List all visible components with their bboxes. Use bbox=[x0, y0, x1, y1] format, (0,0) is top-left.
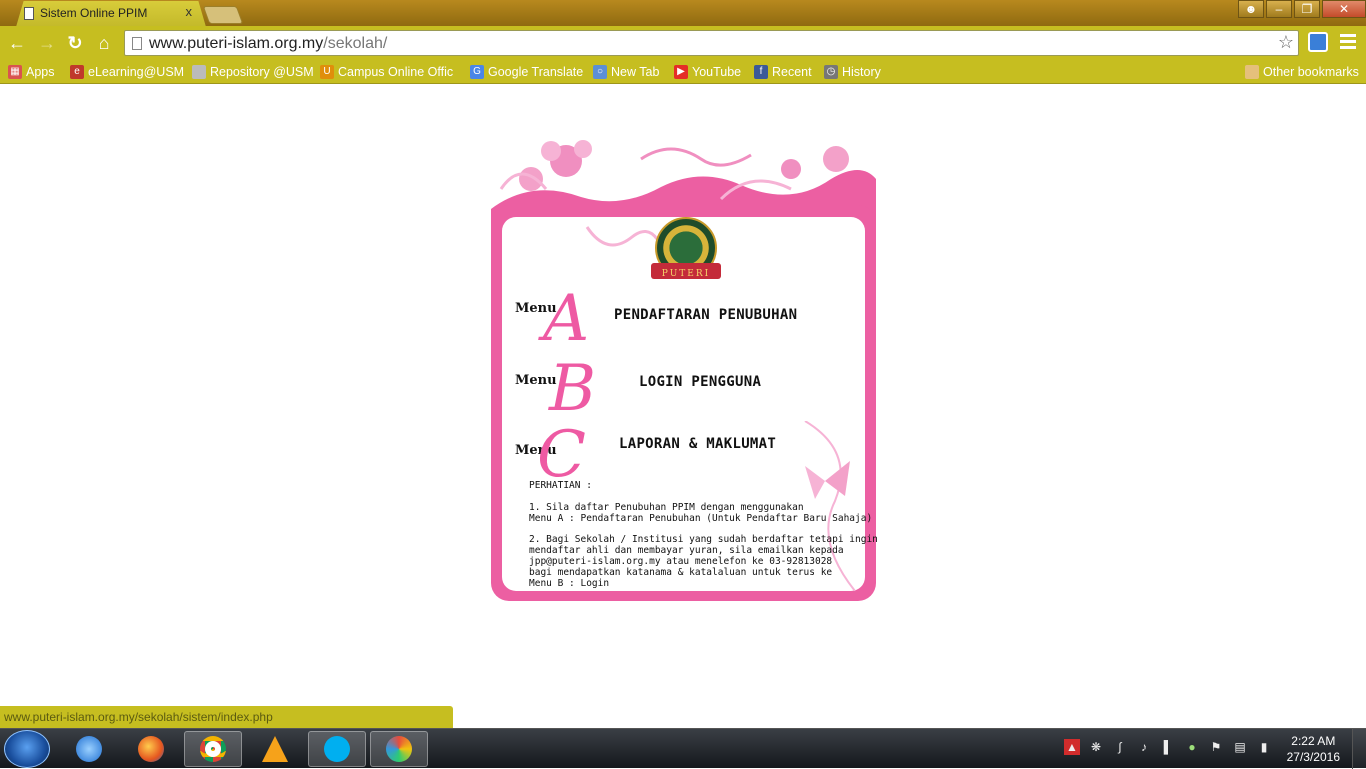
skype-icon[interactable] bbox=[308, 731, 366, 767]
display-icon[interactable]: ▤ bbox=[1232, 739, 1248, 755]
tab-active[interactable]: Sistem Online PPIM x bbox=[16, 1, 206, 27]
restore-button[interactable]: ❐ bbox=[1294, 0, 1320, 18]
menu-b-link[interactable]: Menu B LOGIN PENGGUNA bbox=[515, 357, 835, 427]
signal-icon[interactable]: ▌ bbox=[1160, 739, 1176, 755]
address-bar[interactable]: www.puteri-islam.org.my/sekolah/ ☆ bbox=[124, 30, 1299, 56]
elearning-icon: e bbox=[70, 65, 84, 79]
notice-line: Menu A : Pendaftaran Penubuhan (Untuk Pe… bbox=[529, 512, 873, 524]
bookmark-label: History bbox=[842, 65, 881, 79]
user-icon[interactable]: ☻ bbox=[1238, 0, 1264, 18]
firefox-icon[interactable] bbox=[122, 731, 180, 767]
menu-card: PUTERI Menu A PENDAFTARAN PENUBUHAN Menu… bbox=[491, 139, 878, 601]
new-tab-button[interactable] bbox=[202, 6, 244, 24]
notice-heading: PERHATIAN : bbox=[529, 480, 592, 491]
bookmark-history[interactable]: ◷ History bbox=[824, 63, 881, 81]
status-bubble: www.puteri-islam.org.my/sekolah/sistem/i… bbox=[0, 706, 453, 728]
flag-icon[interactable]: ⚑ bbox=[1208, 739, 1224, 755]
bookmark-label: Campus Online Offic bbox=[338, 65, 454, 79]
home-icon[interactable]: ⌂ bbox=[93, 32, 115, 54]
bluetooth-icon[interactable]: ∫ bbox=[1112, 739, 1128, 755]
reload-icon[interactable]: ↻ bbox=[64, 32, 86, 54]
other-bookmarks[interactable]: Other bookmarks bbox=[1245, 63, 1359, 81]
clock-date: 27/3/2016 bbox=[1286, 750, 1340, 764]
clock[interactable]: 2:22 AM 27/3/2016 bbox=[1287, 733, 1340, 765]
bookmark-label: YouTube bbox=[692, 65, 742, 79]
taskbar: ▲ ❋ ∫ ♪ ▌ ● ⚑ ▤ ▮ 2:22 AM 27/3/2016 bbox=[0, 728, 1366, 769]
google-translate-icon: G bbox=[470, 65, 484, 79]
bookmark-label: Apps bbox=[26, 65, 55, 79]
bookmarks-bar: ▦ Apps e eLearning@USM Repository @USM U Ca… bbox=[0, 60, 1366, 84]
back-arrow-icon[interactable]: ← bbox=[6, 32, 28, 54]
tab-close-button[interactable]: x bbox=[186, 4, 193, 19]
forward-arrow-icon[interactable]: → bbox=[36, 32, 58, 54]
history-icon: ◷ bbox=[824, 65, 838, 79]
vlc-icon[interactable] bbox=[246, 731, 304, 767]
bookmark-apps[interactable]: ▦ Apps bbox=[8, 63, 55, 81]
internet-explorer-icon[interactable] bbox=[60, 731, 118, 767]
menu-a-link[interactable]: Menu A PENDAFTARAN PENUBUHAN bbox=[515, 287, 835, 357]
minimize-button[interactable]: – bbox=[1266, 0, 1292, 18]
notice-box: PERHATIAN : 1. Sila daftar Penubuhan PPI… bbox=[529, 480, 878, 589]
bookmark-campus-online[interactable]: U Campus Online Offic bbox=[320, 63, 458, 81]
menu-letter-b: B bbox=[549, 352, 597, 426]
page-icon bbox=[24, 7, 34, 20]
bookmark-star-icon[interactable]: ☆ bbox=[1278, 32, 1294, 53]
menu-letter-c: C bbox=[537, 418, 586, 492]
bookmark-repository[interactable]: Repository @USM bbox=[192, 63, 314, 81]
bookmark-youtube[interactable]: ▶ YouTube bbox=[674, 63, 741, 81]
puteri-logo: PUTERI bbox=[651, 217, 721, 283]
bookmark-label: Repository @USM bbox=[210, 65, 314, 79]
new-tab-icon: ○ bbox=[593, 65, 607, 79]
bookmark-label: New Tab bbox=[611, 65, 660, 79]
campus-icon: U bbox=[320, 65, 334, 79]
url-text: www.puteri-islam.org.my/sekolah/ bbox=[149, 35, 387, 53]
power-icon[interactable]: ▮ bbox=[1256, 739, 1272, 755]
menu-letter-a: A bbox=[543, 282, 590, 356]
bookmark-recent[interactable]: f Recent bbox=[754, 63, 812, 81]
paint-icon[interactable] bbox=[370, 731, 428, 767]
menu-label-login[interactable]: LOGIN PENGGUNA bbox=[639, 374, 761, 390]
browser-titlebar: Sistem Online PPIM x ☻ – ❐ ✕ bbox=[0, 0, 1366, 27]
clock-time: 2:22 AM bbox=[1291, 734, 1336, 748]
bookmark-label: eLearning@USM bbox=[88, 65, 185, 79]
menu-label-laporan[interactable]: LAPORAN & MAKLUMAT bbox=[619, 436, 776, 452]
browser-toolbar: ← → ↻ ⌂ www.puteri-islam.org.my/sekolah/… bbox=[0, 26, 1366, 60]
page-icon bbox=[192, 65, 206, 79]
bookmark-label: Google Translate bbox=[488, 65, 584, 79]
bookmark-elearning[interactable]: e eLearning@USM bbox=[70, 63, 184, 81]
bookmark-label: Recent bbox=[772, 65, 812, 79]
window-controls: ☻ – ❐ ✕ bbox=[1238, 0, 1366, 20]
volume-icon[interactable]: ♪ bbox=[1136, 739, 1152, 755]
tab-title: Sistem Online PPIM bbox=[40, 6, 148, 20]
apps-grid-icon: ▦ bbox=[8, 65, 22, 79]
pinwheel-icon[interactable]: ❋ bbox=[1088, 739, 1104, 755]
folder-icon bbox=[1245, 65, 1259, 79]
page-icon bbox=[132, 37, 142, 50]
other-bookmarks-label: Other bookmarks bbox=[1263, 65, 1359, 79]
logo-text: PUTERI bbox=[661, 269, 711, 279]
antivirus-icon[interactable]: ▲ bbox=[1064, 739, 1080, 755]
bookmark-google-translate[interactable]: G Google Translate bbox=[470, 63, 583, 81]
notice-line: Menu B : Login bbox=[529, 577, 610, 589]
facebook-icon: f bbox=[754, 65, 768, 79]
menu-label-pendaftaran[interactable]: PENDAFTARAN PENUBUHAN bbox=[614, 307, 797, 323]
chrome-menu-icon[interactable] bbox=[1340, 34, 1356, 50]
close-window-button[interactable]: ✕ bbox=[1322, 0, 1366, 18]
show-desktop-button[interactable] bbox=[1352, 729, 1366, 769]
chrome-icon[interactable] bbox=[184, 731, 242, 767]
youtube-icon: ▶ bbox=[674, 65, 688, 79]
url-path: /sekolah/ bbox=[323, 35, 388, 52]
page-content: PUTERI Menu A PENDAFTARAN PENUBUHAN Menu… bbox=[0, 85, 1366, 728]
start-button[interactable] bbox=[4, 730, 50, 768]
url-host: www.puteri-islam.org.my bbox=[149, 35, 324, 52]
network-icon[interactable]: ● bbox=[1184, 739, 1200, 755]
bookmark-new-tab[interactable]: ○ New Tab bbox=[593, 63, 659, 81]
system-tray: ▲ ❋ ∫ ♪ ▌ ● ⚑ ▤ ▮ bbox=[1064, 739, 1272, 759]
logo-banner: PUTERI bbox=[651, 263, 721, 279]
notice-line: 1. Sila daftar Penubuhan PPIM dengan men… bbox=[529, 501, 804, 513]
notice-line: bagi mendapatkan katanama & katalaluan u… bbox=[529, 566, 833, 578]
extension-icon[interactable] bbox=[1308, 32, 1328, 52]
swirl-decoration bbox=[585, 226, 659, 247]
